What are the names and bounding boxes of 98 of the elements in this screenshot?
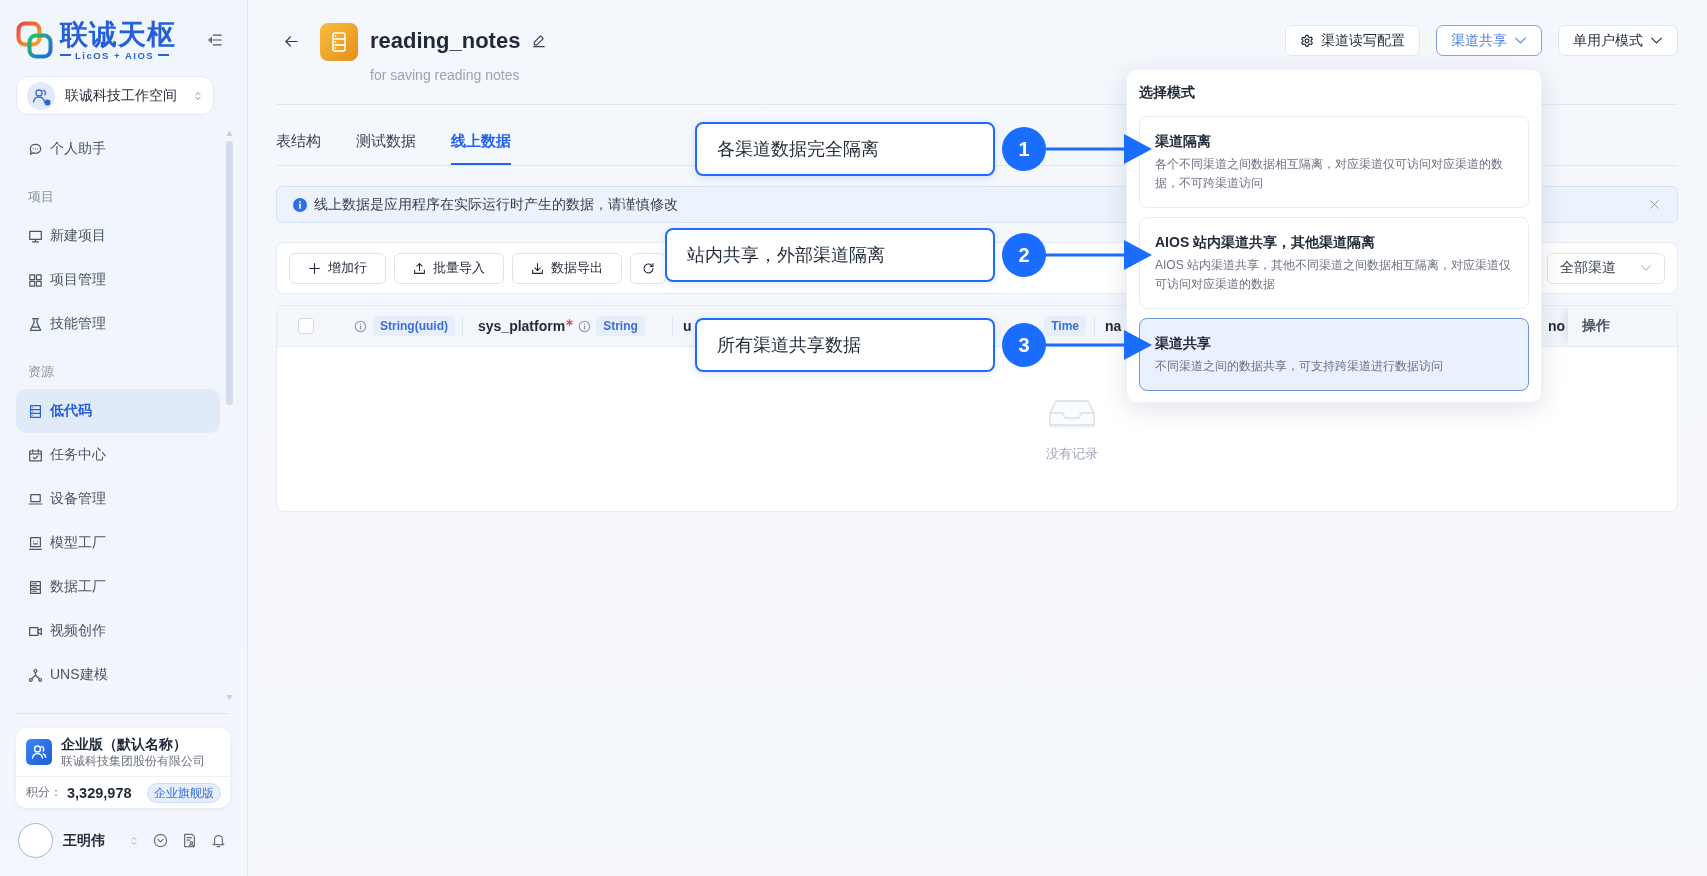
tab[interactable]: 表结构 bbox=[276, 131, 321, 165]
nav-item[interactable]: UNS建模 bbox=[16, 653, 220, 697]
step-number-badge: 2 bbox=[1002, 233, 1046, 277]
notice-text: 线上数据是应用程序在实际运行时产生的数据，请谨慎修改 bbox=[314, 195, 678, 214]
plan-title: 企业版（默认名称） bbox=[61, 735, 188, 753]
network-nodes-icon bbox=[28, 667, 43, 683]
flask-icon bbox=[28, 316, 43, 332]
team-avatar-icon bbox=[27, 81, 55, 110]
info-icon bbox=[293, 197, 307, 212]
page-title: reading_notes bbox=[370, 27, 521, 55]
company-name: 联诚科技集团股份有限公司 bbox=[61, 754, 205, 769]
grid-icon bbox=[28, 272, 43, 288]
back-arrow-icon[interactable] bbox=[284, 34, 299, 49]
upload-icon bbox=[413, 261, 426, 275]
nav-item[interactable]: 数据工厂 bbox=[16, 565, 220, 609]
mode-option[interactable]: 渠道共享 不同渠道之间的数据共享，可支持跨渠道进行数据访问 bbox=[1139, 318, 1529, 391]
refresh-icon bbox=[641, 261, 655, 275]
table-tile-icon bbox=[320, 23, 358, 61]
type-tag: String bbox=[596, 316, 645, 336]
chevron-down-icon bbox=[1650, 34, 1663, 47]
toolbar-button[interactable]: 批量导入 bbox=[394, 252, 504, 284]
column-name: sys_platform bbox=[478, 318, 566, 334]
scroll-up-icon[interactable] bbox=[226, 131, 233, 136]
toolbar-button[interactable]: 增加行 bbox=[289, 252, 386, 284]
scroll-down-icon[interactable] bbox=[226, 695, 233, 700]
mode-option[interactable]: 渠道隔离 各个不同渠道之间数据相互隔离，对应渠道仅可访问对应渠道的数据，不可跨渠道访问 bbox=[1139, 116, 1529, 208]
empty-text: 没有记录 bbox=[1046, 445, 1098, 463]
nav-item[interactable]: 低代码 bbox=[16, 389, 220, 433]
settings-icon bbox=[1300, 33, 1314, 48]
dropdown-button[interactable]: 单用户模式 bbox=[1558, 25, 1678, 56]
logo-icon bbox=[16, 21, 53, 59]
tab[interactable]: 测试数据 bbox=[356, 131, 416, 165]
laptop-icon bbox=[28, 491, 43, 507]
column-name: u bbox=[683, 318, 692, 334]
bell-icon[interactable] bbox=[211, 833, 226, 848]
plus-icon bbox=[308, 261, 321, 275]
settings-button[interactable]: 渠道读写配置 bbox=[1285, 25, 1420, 56]
info-icon[interactable] bbox=[354, 319, 367, 333]
nav-item[interactable]: 设备管理 bbox=[16, 477, 220, 521]
points-label: 积分： bbox=[26, 784, 62, 801]
menu-collapse-icon[interactable] bbox=[207, 33, 223, 47]
brand-tagline: LicOS + AIOS bbox=[60, 49, 170, 61]
chevron-down-icon bbox=[1640, 262, 1652, 274]
document-list-icon bbox=[28, 579, 43, 595]
page-subtitle: for saving reading notes bbox=[370, 66, 520, 84]
option-description: 各个不同渠道之间数据相互隔离，对应渠道仅可访问对应渠道的数据，不可跨渠道访问 bbox=[1155, 156, 1504, 192]
brand-name: 联诚天枢 bbox=[60, 19, 176, 49]
column-name: 操作 bbox=[1582, 317, 1610, 335]
nav-item[interactable]: 新建项目 bbox=[16, 214, 220, 258]
scrollbar-thumb[interactable] bbox=[226, 141, 233, 405]
nav-section-label: 项目 bbox=[27, 188, 55, 206]
monitor-icon bbox=[28, 228, 43, 244]
toolbar-button[interactable]: 数据导出 bbox=[512, 252, 622, 284]
chat-bubble-icon bbox=[28, 141, 43, 157]
list-icon bbox=[28, 403, 43, 419]
points-value: 3,329,978 bbox=[67, 784, 132, 801]
nav-item[interactable]: 项目管理 bbox=[16, 258, 220, 302]
type-tag: Time bbox=[1044, 316, 1086, 336]
column-name: na bbox=[1105, 318, 1122, 334]
nav-item[interactable]: 模型工厂 bbox=[16, 521, 220, 565]
option-description: AIOS 站内渠道共享，其他不同渠道之间数据相互隔离，对应渠道仅可访问对应渠道的数据 bbox=[1155, 257, 1512, 293]
option-title: 渠道共享 bbox=[1155, 334, 1211, 353]
menu-title: 选择模式 bbox=[1139, 83, 1196, 102]
select-all-checkbox[interactable] bbox=[298, 318, 314, 334]
close-icon[interactable] bbox=[1649, 199, 1660, 210]
callout-box: 站内共享，外部渠道隔离 bbox=[665, 228, 995, 282]
type-tag: String(uuid) bbox=[373, 316, 455, 336]
plan-badge: 企业旗舰版 bbox=[147, 782, 221, 803]
nav-section-label: 资源 bbox=[27, 363, 55, 381]
dropdown-button[interactable]: 渠道共享 bbox=[1436, 25, 1542, 56]
empty-inbox-icon bbox=[1048, 397, 1096, 429]
enterprise-icon bbox=[26, 739, 52, 765]
user-name: 王明伟 bbox=[63, 831, 105, 850]
calendar-check-icon bbox=[28, 447, 43, 463]
user-avatar[interactable] bbox=[18, 823, 53, 858]
callout-box: 所有渠道共享数据 bbox=[695, 318, 995, 372]
option-title: 渠道隔离 bbox=[1155, 132, 1211, 151]
refresh-button[interactable] bbox=[630, 252, 666, 284]
nav-item[interactable]: 技能管理 bbox=[16, 302, 220, 346]
nav-item[interactable]: 个人助手 bbox=[16, 127, 220, 171]
workspace-selector[interactable]: 联诚科技工作空间 bbox=[16, 76, 214, 115]
callout-box: 各渠道数据完全隔离 bbox=[695, 122, 995, 176]
mode-option[interactable]: AIOS 站内渠道共享，其他渠道隔离 AIOS 站内渠道共享，其他不同渠道之间数据相互隔离，对应渠道仅可访问对应渠道的数据 bbox=[1139, 217, 1529, 309]
option-title: AIOS 站内渠道共享，其他渠道隔离 bbox=[1155, 233, 1376, 252]
document-user-icon[interactable] bbox=[182, 833, 197, 848]
info-icon[interactable] bbox=[578, 319, 592, 333]
pencil-icon[interactable] bbox=[532, 34, 547, 48]
robot-face-icon bbox=[28, 535, 43, 551]
nav-item[interactable]: 任务中心 bbox=[16, 433, 220, 477]
channel-select[interactable]: 全部渠道 bbox=[1547, 252, 1665, 284]
download-icon bbox=[531, 261, 544, 275]
option-description: 不同渠道之间的数据共享，可支持跨渠道进行数据访问 bbox=[1155, 358, 1443, 375]
column-name: no bbox=[1548, 318, 1566, 334]
step-number-badge: 1 bbox=[1002, 127, 1046, 171]
up-down-chevron-icon bbox=[193, 89, 203, 102]
chevron-down-icon bbox=[1514, 34, 1527, 47]
tab[interactable]: 线上数据 bbox=[451, 131, 511, 165]
nav-item[interactable]: 视频创作 bbox=[16, 609, 220, 653]
